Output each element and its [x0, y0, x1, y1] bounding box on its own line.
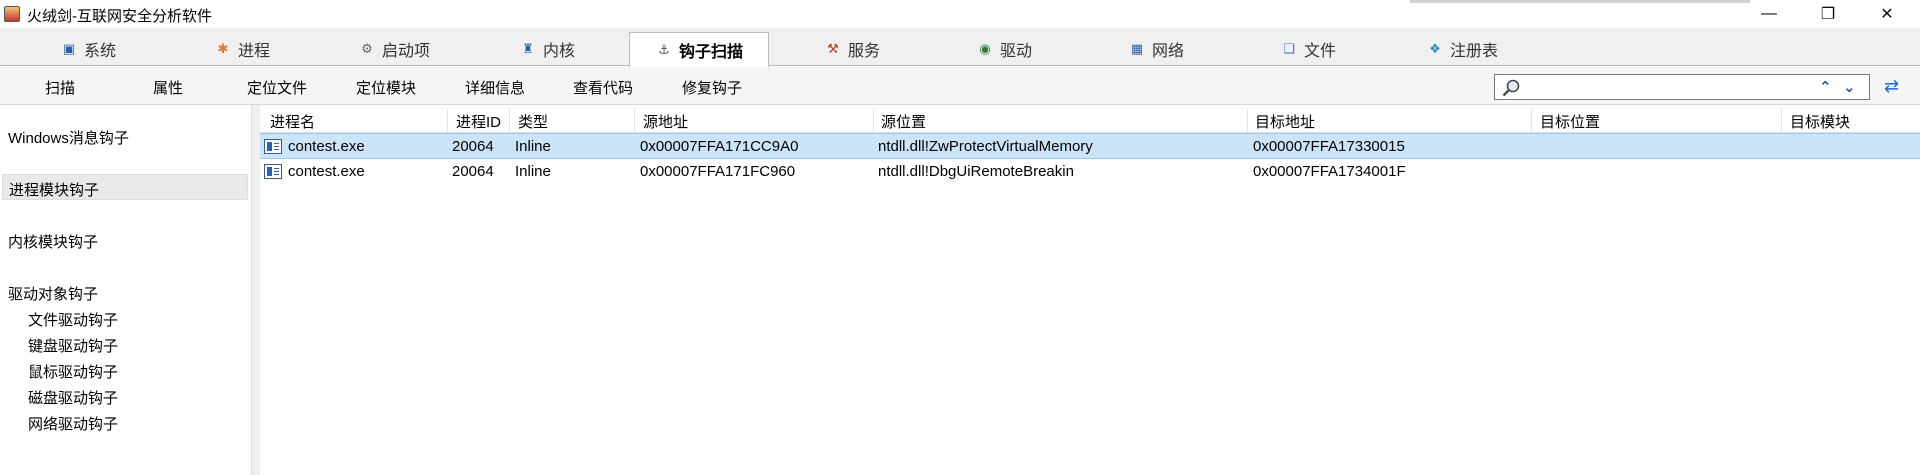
- find-next-icon[interactable]: ⌄: [1843, 78, 1856, 96]
- tab-label: 注册表: [1450, 43, 1499, 60]
- tab-services[interactable]: ⚒ 服务: [824, 32, 880, 66]
- registry-icon: ❖: [1429, 41, 1441, 56]
- cell-process-name: contest.exe: [288, 138, 365, 155]
- tab-label: 钩子扫描: [678, 44, 743, 61]
- windows-flag-icon: ✱: [217, 41, 229, 56]
- sidebar-item-mouse-driver-hook[interactable]: 鼠标驱动钩子: [28, 361, 118, 382]
- cell-target-address: 0x00007FFA1734001F: [1253, 163, 1406, 180]
- search-icon: [1502, 79, 1520, 97]
- locate-module-button[interactable]: 定位模块: [356, 77, 416, 98]
- column-header-pid[interactable]: 进程ID: [456, 111, 501, 133]
- cell-source-address: 0x00007FFA171FC960: [640, 163, 796, 180]
- tab-label: 服务: [848, 43, 881, 60]
- driver-icon: ◉: [979, 41, 991, 56]
- column-header-target-module[interactable]: 目标模块: [1790, 111, 1850, 133]
- search-input[interactable]: ⌃ ⌄: [1494, 74, 1870, 100]
- properties-button[interactable]: 属性: [153, 77, 183, 98]
- scan-button[interactable]: 扫描: [45, 77, 75, 98]
- column-header-type[interactable]: 类型: [518, 111, 548, 133]
- column-header-process-name[interactable]: 进程名: [270, 111, 315, 133]
- title-bar: 火绒剑-互联网安全分析软件 — ❐ ✕: [0, 0, 1920, 28]
- gear-icon: ⚙: [361, 41, 373, 56]
- tab-process[interactable]: ✱ 进程: [214, 32, 270, 66]
- column-separator[interactable]: [1781, 109, 1782, 133]
- titlebar-shadow: [1410, 0, 1750, 3]
- process-icon: [264, 164, 282, 179]
- maximize-button[interactable]: ❐: [1799, 0, 1857, 28]
- minimize-button[interactable]: —: [1740, 0, 1798, 28]
- close-button[interactable]: ✕: [1858, 0, 1916, 28]
- table-row[interactable]: contest.exe 20064 Inline 0x00007FFA171CC…: [260, 133, 1920, 159]
- file-icon: ❏: [1283, 41, 1295, 56]
- tab-label: 启动项: [382, 43, 431, 60]
- hook-icon: ⚓: [658, 42, 670, 57]
- sidebar-item-label: 进程模块钩子: [9, 182, 100, 199]
- cell-source-location: ntdll.dll!ZwProtectVirtualMemory: [878, 138, 1093, 155]
- cell-source-location: ntdll.dll!DbgUiRemoteBreakin: [878, 163, 1074, 180]
- column-separator[interactable]: [873, 109, 874, 133]
- tab-label: 网络: [1152, 43, 1185, 60]
- column-header-target-address[interactable]: 目标地址: [1255, 111, 1315, 133]
- cell-source-address: 0x00007FFA171CC9A0: [640, 138, 799, 155]
- sidebar-item-windows-message-hook[interactable]: Windows消息钩子: [8, 127, 129, 148]
- sidebar-item-process-module-hook[interactable]: 进程模块钩子: [2, 174, 248, 200]
- sidebar-splitter[interactable]: [252, 105, 260, 475]
- tab-startup[interactable]: ⚙ 启动项: [358, 32, 430, 66]
- column-header-target-location[interactable]: 目标位置: [1540, 111, 1600, 133]
- cell-pid: 20064: [452, 138, 494, 155]
- cell-type: Inline: [515, 163, 551, 180]
- column-header-source-address[interactable]: 源地址: [643, 111, 688, 133]
- tab-registry[interactable]: ❖ 注册表: [1426, 32, 1498, 66]
- tab-file[interactable]: ❏ 文件: [1280, 32, 1336, 66]
- details-button[interactable]: 详细信息: [465, 77, 525, 98]
- sidebar-item-driver-object-hook[interactable]: 驱动对象钩子: [8, 283, 98, 304]
- tab-system[interactable]: ▣ 系统: [60, 32, 116, 66]
- cell-type: Inline: [515, 138, 551, 155]
- locate-file-button[interactable]: 定位文件: [247, 77, 307, 98]
- network-icon: ▦: [1130, 41, 1144, 56]
- table-row[interactable]: contest.exe 20064 Inline 0x00007FFA171FC…: [260, 159, 1920, 185]
- sidebar-item-network-driver-hook[interactable]: 网络驱动钩子: [28, 413, 118, 434]
- find-previous-icon[interactable]: ⌃: [1819, 78, 1832, 96]
- sidebar-item-kernel-module-hook[interactable]: 内核模块钩子: [8, 231, 98, 252]
- table-header: 进程名 进程ID 类型 源地址 源位置 目标地址 目标位置 目标模块: [260, 107, 1920, 133]
- view-code-button[interactable]: 查看代码: [573, 77, 633, 98]
- tab-label: 驱动: [1000, 43, 1033, 60]
- process-icon: [264, 139, 282, 154]
- sidebar-item-keyboard-driver-hook[interactable]: 键盘驱动钩子: [28, 335, 118, 356]
- column-separator[interactable]: [447, 109, 448, 133]
- tab-label: 文件: [1304, 43, 1337, 60]
- column-separator[interactable]: [1247, 109, 1248, 133]
- tab-kernel[interactable]: ♜ 内核: [519, 32, 575, 66]
- cell-process-name: contest.exe: [288, 163, 365, 180]
- cell-target-address: 0x00007FFA17330015: [1253, 138, 1405, 155]
- tab-hook-scan[interactable]: ⚓ 钩子扫描: [629, 32, 769, 67]
- repair-hook-button[interactable]: 修复钩子: [682, 77, 742, 98]
- hook-results-table: 进程名 进程ID 类型 源地址 源位置 目标地址 目标位置 目标模块 conte…: [260, 105, 1920, 475]
- window-title: 火绒剑-互联网安全分析软件: [27, 8, 212, 25]
- sidebar-item-file-driver-hook[interactable]: 文件驱动钩子: [28, 309, 118, 330]
- tab-network[interactable]: ▦ 网络: [1128, 32, 1184, 66]
- monitor-icon: ▣: [62, 41, 76, 56]
- hook-category-sidebar: Windows消息钩子 进程模块钩子 内核模块钩子 驱动对象钩子 文件驱动钩子 …: [0, 105, 252, 475]
- tab-label: 进程: [238, 43, 271, 60]
- app-icon: [4, 6, 20, 22]
- column-separator[interactable]: [509, 109, 510, 133]
- column-header-source-location[interactable]: 源位置: [881, 111, 926, 133]
- main-tab-strip: ▣ 系统 ✱ 进程 ⚙ 启动项 ♜ 内核 ⚓ 钩子扫描 ⚒ 服务 ◉ 驱动 ▦ …: [0, 28, 1920, 67]
- cell-pid: 20064: [452, 163, 494, 180]
- tab-label: 系统: [84, 43, 117, 60]
- tab-driver[interactable]: ◉ 驱动: [976, 32, 1032, 66]
- column-separator[interactable]: [1531, 109, 1532, 133]
- refresh-icon[interactable]: ⇄: [1884, 76, 1899, 97]
- kernel-icon: ♜: [522, 41, 534, 56]
- tab-label: 内核: [543, 43, 576, 60]
- column-separator[interactable]: [634, 109, 635, 133]
- sidebar-item-disk-driver-hook[interactable]: 磁盘驱动钩子: [28, 387, 118, 408]
- services-icon: ⚒: [827, 41, 839, 56]
